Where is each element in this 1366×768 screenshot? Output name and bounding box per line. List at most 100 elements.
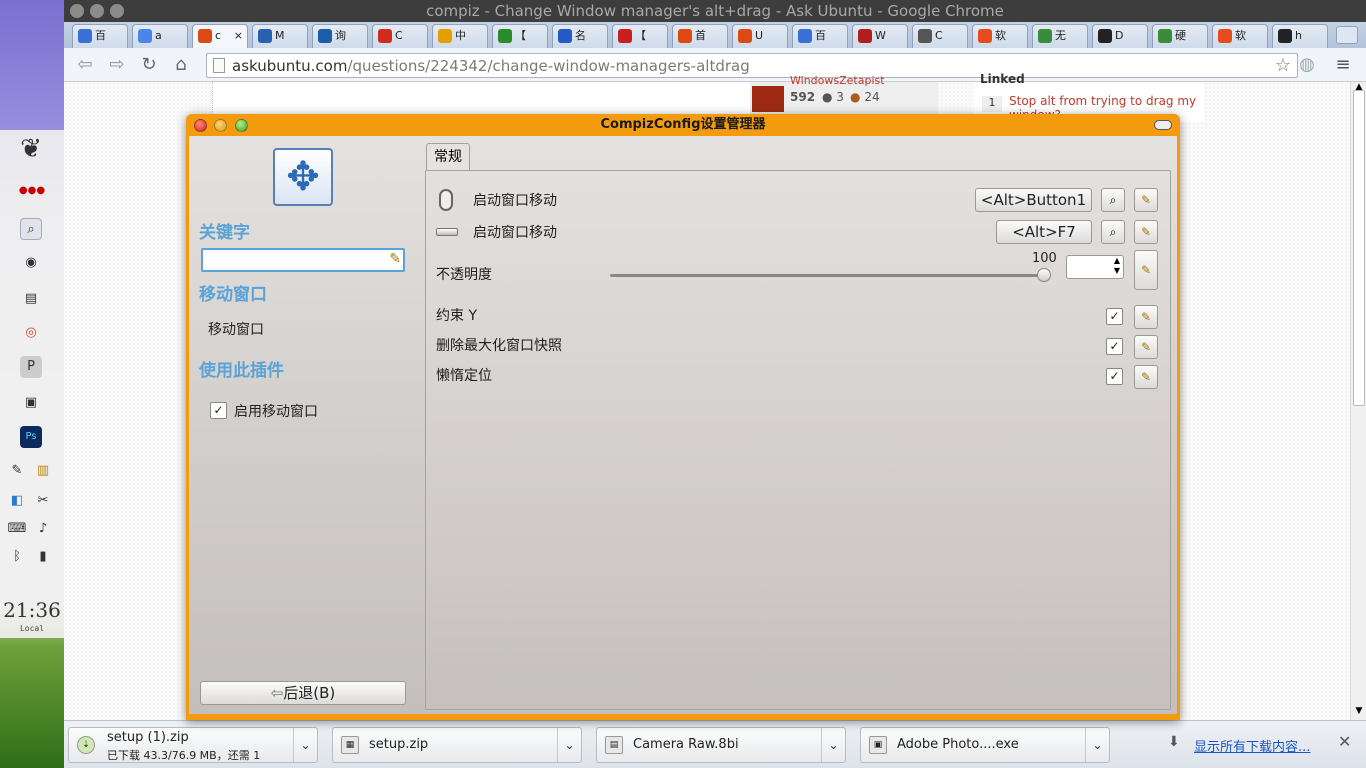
volume-icon[interactable]: ♪ (32, 518, 54, 540)
home-icon[interactable]: ⌂ (170, 54, 192, 76)
reset-broom-icon[interactable]: ✎ (1134, 365, 1158, 389)
photoshop-icon[interactable]: Ps (20, 426, 42, 448)
lazy-positioning-checkbox[interactable]: ✓ (1106, 368, 1123, 385)
download-arrow-icon: ⬇ (1168, 734, 1180, 750)
snapoff-maximized-checkbox[interactable]: ✓ (1106, 338, 1123, 355)
user-avatar[interactable] (752, 86, 784, 112)
minimize-icon[interactable] (214, 119, 227, 132)
file-icon[interactable]: ▤ (20, 288, 42, 310)
browser-tab[interactable]: 百 (72, 24, 128, 48)
key-binding-button[interactable]: <Alt>F7 (996, 220, 1092, 244)
browser-tab[interactable]: M (252, 24, 308, 48)
steam-icon[interactable]: ▣ (20, 392, 42, 414)
opacity-slider-thumb[interactable] (1037, 268, 1051, 282)
extension-icon[interactable]: ◍ (1296, 54, 1318, 76)
close-icon[interactable] (194, 119, 207, 132)
minimize-window-icon[interactable] (90, 4, 104, 18)
constrain-y-checkbox[interactable]: ✓ (1106, 308, 1123, 325)
file-icon: ▤ (605, 736, 623, 754)
grab-icon[interactable]: ⌕ (1101, 220, 1125, 244)
scroll-down-icon[interactable]: ▼ (1353, 706, 1365, 720)
keyboard-icon[interactable]: ⌨ (6, 518, 28, 540)
button-binding-button[interactable]: <Alt>Button1 (975, 188, 1092, 212)
chrome-icon[interactable]: ◎ (20, 322, 42, 344)
download-item[interactable]: ▤ Camera Raw.8bi ⌄ (596, 727, 846, 763)
p-app-icon[interactable]: P (20, 356, 42, 378)
browser-tab[interactable]: 中 (432, 24, 488, 48)
scissors-icon[interactable]: ✂ (32, 490, 54, 512)
spin-arrows-icon[interactable]: ▲ ▼ (1114, 256, 1120, 276)
back-arrow-icon[interactable]: ⇦ (74, 54, 96, 76)
ccsm-titlebar: CompizConfig设置管理器 (186, 114, 1180, 136)
browser-tab[interactable]: W (852, 24, 908, 48)
star-icon[interactable]: ☆ (1275, 55, 1291, 76)
silver-badges: ● 3 (822, 90, 844, 104)
download-item[interactable]: ▣ Adobe Photo....exe ⌄ (860, 727, 1110, 763)
chevron-down-icon[interactable]: ⌄ (293, 728, 317, 762)
close-shelf-icon[interactable]: ✕ (1338, 732, 1351, 751)
browser-tab[interactable]: C (912, 24, 968, 48)
tab-label: D (1115, 29, 1124, 42)
new-tab-button[interactable] (1336, 26, 1358, 44)
opacity-spinbox[interactable]: ▲ ▼ (1066, 255, 1124, 279)
chevron-down-icon[interactable]: ⌄ (1085, 728, 1109, 762)
search-input[interactable]: ✎ (201, 248, 405, 272)
search-app-icon[interactable]: ⌕ (20, 218, 42, 240)
browser-tab[interactable]: 【 (492, 24, 548, 48)
browser-tab[interactable]: 软 (1212, 24, 1268, 48)
enable-plugin-checkbox[interactable]: ✓ (210, 402, 227, 419)
vertical-scrollbar[interactable]: ▲ ▼ (1350, 82, 1366, 720)
reset-broom-icon[interactable]: ✎ (1134, 335, 1158, 359)
close-window-icon[interactable] (70, 4, 84, 18)
browser-tab[interactable]: 硬 (1152, 24, 1208, 48)
bluetooth-icon[interactable]: ᛒ (6, 546, 28, 568)
browser-tab[interactable]: 首 (672, 24, 728, 48)
address-bar[interactable]: askubuntu.com/questions/224342/change-wi… (206, 53, 1298, 78)
browser-tab[interactable]: 名 (552, 24, 608, 48)
reset-broom-icon[interactable]: ✎ (1134, 220, 1158, 244)
user-link[interactable]: WindowsZetapist (790, 74, 885, 87)
browser-tab[interactable]: 百 (792, 24, 848, 48)
grab-icon[interactable]: ⌕ (1101, 188, 1125, 212)
download-item[interactable]: ▦ setup.zip ⌄ (332, 727, 582, 763)
clear-broom-icon[interactable]: ✎ (389, 251, 401, 267)
reset-broom-icon[interactable]: ✎ (1134, 305, 1158, 329)
usb-icon[interactable]: ▮ (32, 546, 54, 568)
exe-file-icon: ▣ (869, 736, 887, 754)
pencil-icon[interactable]: ✎ (6, 460, 28, 482)
clock[interactable]: 21:36 (0, 598, 64, 622)
linked-score: 1 (982, 96, 1002, 112)
chevron-down-icon[interactable]: ⌄ (821, 728, 845, 762)
forward-arrow-icon[interactable]: ⇨ (106, 54, 128, 76)
browser-tab[interactable]: c × (192, 24, 248, 49)
browser-tab[interactable]: h (1272, 24, 1328, 48)
browser-tab[interactable]: C (372, 24, 428, 48)
reload-icon[interactable]: ↻ (138, 54, 160, 76)
reset-broom-icon[interactable]: ✎ (1134, 188, 1158, 212)
back-button[interactable]: ⇦后退(B) (200, 681, 406, 705)
show-all-downloads-link[interactable]: 显示所有下载内容... (1194, 736, 1310, 755)
browser-tab[interactable]: 询 (312, 24, 368, 48)
maximize-icon[interactable] (235, 119, 248, 132)
menu-icon[interactable]: ≡ (1332, 54, 1354, 76)
browser-tab[interactable]: 软 (972, 24, 1028, 48)
reset-broom-icon[interactable]: ✎ (1134, 250, 1158, 290)
scroll-thumb[interactable] (1353, 90, 1365, 406)
browser-tab[interactable]: 【 (612, 24, 668, 48)
window-titlebar: compiz - Change Window manager's alt+dra… (64, 0, 1366, 22)
tab-general[interactable]: 常规 (426, 143, 470, 171)
firefox-icon[interactable]: ◉ (20, 252, 42, 274)
browser-tab[interactable]: U (732, 24, 788, 48)
opacity-slider[interactable] (610, 268, 1051, 282)
download-item[interactable]: ⇣ setup (1).zip 已下载 43.3/76.9 MB，还需 1 ⌄ (68, 727, 318, 763)
window-shade-button[interactable] (1154, 120, 1172, 130)
gnome-foot-icon[interactable]: ❦ (16, 136, 46, 168)
maximize-window-icon[interactable] (110, 4, 124, 18)
close-tab-icon[interactable]: × (234, 25, 243, 47)
browser-tab[interactable]: 无 (1032, 24, 1088, 48)
chevron-down-icon[interactable]: ⌄ (557, 728, 581, 762)
browser-tab[interactable]: a (132, 24, 188, 48)
browser-tab[interactable]: D (1092, 24, 1148, 48)
book-icon[interactable]: ▥ (32, 460, 54, 482)
notes-icon[interactable]: ◧ (6, 490, 28, 512)
